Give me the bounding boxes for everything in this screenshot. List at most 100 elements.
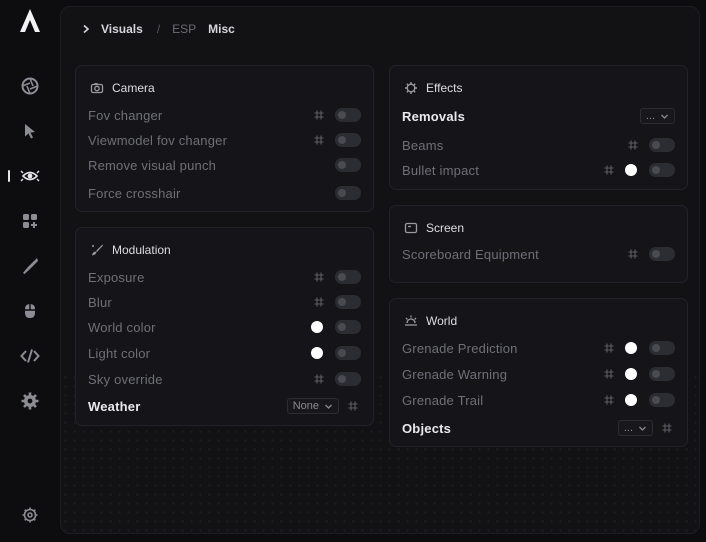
modulation-header: Modulation	[90, 242, 171, 258]
keybind-icon[interactable]	[603, 394, 615, 406]
viewmodel-fov-toggle[interactable]	[335, 133, 361, 147]
nav-code[interactable]	[0, 341, 60, 371]
force-crosshair-toggle[interactable]	[335, 186, 361, 200]
row-label: Removals	[402, 108, 466, 124]
row-label: Scoreboard Equipment	[402, 246, 539, 262]
cursor-icon	[25, 124, 35, 139]
weather-select[interactable]: None	[286, 398, 339, 414]
row-label: Light color	[88, 345, 151, 361]
row-fov-changer: Fov changer	[88, 105, 361, 125]
row-sky-override: Sky override	[88, 369, 361, 389]
removals-value: ...	[645, 110, 655, 122]
world-color-toggle[interactable]	[335, 320, 361, 334]
camera-title: Camera	[112, 81, 155, 95]
keybind-icon[interactable]	[313, 373, 325, 385]
nav-mouse[interactable]	[0, 296, 60, 326]
keybind-icon[interactable]	[627, 248, 639, 260]
eye-burst-icon	[20, 170, 40, 182]
breadcrumb: Visuals / ESP Misc	[81, 21, 235, 37]
grenade-prediction-toggle[interactable]	[649, 341, 675, 355]
row-label: Objects	[402, 420, 452, 436]
nav-config[interactable]	[0, 386, 60, 416]
keybind-icon[interactable]	[313, 296, 325, 308]
row-label: Blur	[88, 294, 112, 310]
row-beams: Beams	[402, 135, 675, 155]
keybind-icon[interactable]	[313, 271, 325, 283]
row-objects: Objects ...	[402, 418, 675, 438]
grenade-prediction-swatch[interactable]	[625, 342, 637, 354]
aperture-icon	[21, 77, 39, 95]
grenade-trail-swatch[interactable]	[625, 394, 637, 406]
nav-visuals[interactable]	[0, 161, 60, 191]
row-label: Fov changer	[88, 107, 163, 123]
row-exposure: Exposure	[88, 267, 361, 287]
row-grenade-prediction: Grenade Prediction	[402, 338, 675, 358]
row-label: Sky override	[88, 371, 163, 387]
row-label: Grenade Warning	[402, 366, 508, 382]
breadcrumb-visuals[interactable]: Visuals	[101, 22, 143, 36]
row-label: Bullet impact	[402, 162, 480, 178]
removals-select[interactable]: ...	[639, 108, 675, 124]
grenade-trail-toggle[interactable]	[649, 393, 675, 407]
exposure-toggle[interactable]	[335, 270, 361, 284]
chevron-down-icon	[639, 426, 646, 431]
row-light-color: Light color	[88, 343, 361, 363]
remove-visual-punch-toggle[interactable]	[335, 158, 361, 172]
grenade-warning-toggle[interactable]	[649, 367, 675, 381]
keybind-icon[interactable]	[603, 164, 615, 176]
nav-settings[interactable]	[0, 500, 60, 530]
objects-value: ...	[623, 422, 633, 434]
world-title: World	[426, 314, 458, 328]
logo-icon	[20, 9, 40, 32]
fov-changer-toggle[interactable]	[335, 108, 361, 122]
light-color-swatch[interactable]	[311, 347, 323, 359]
row-label: Remove visual punch	[88, 157, 217, 173]
bullet-impact-swatch[interactable]	[625, 164, 637, 176]
keybind-icon[interactable]	[313, 109, 325, 121]
chevron-right-icon[interactable]	[81, 24, 91, 34]
bullet-impact-toggle[interactable]	[649, 163, 675, 177]
row-label: Grenade Trail	[402, 392, 484, 408]
modulation-panel: Modulation Exposure Blur World color Lig…	[75, 227, 374, 426]
screen-icon	[404, 222, 418, 234]
nav-cursor[interactable]	[0, 116, 60, 146]
keybind-icon[interactable]	[627, 139, 639, 151]
nav-widgets[interactable]	[0, 206, 60, 236]
camera-panel: Camera Fov changer Viewmodel fov changer…	[75, 65, 374, 212]
keybind-icon[interactable]	[603, 368, 615, 380]
screen-title: Screen	[426, 221, 465, 235]
nav-aperture[interactable]	[0, 71, 60, 101]
breadcrumb-separator: /	[156, 22, 161, 36]
objects-select[interactable]: ...	[617, 420, 653, 436]
row-blur: Blur	[88, 292, 361, 312]
keybind-icon[interactable]	[347, 400, 359, 412]
row-label: World color	[88, 319, 156, 335]
nav-knife[interactable]	[0, 251, 60, 281]
keybind-icon[interactable]	[603, 342, 615, 354]
tab-esp[interactable]: ESP	[172, 22, 196, 36]
keybind-icon[interactable]	[661, 422, 673, 434]
row-viewmodel-fov: Viewmodel fov changer	[88, 130, 361, 150]
beams-toggle[interactable]	[649, 138, 675, 152]
row-label: Viewmodel fov changer	[88, 132, 228, 148]
modulation-title: Modulation	[112, 243, 171, 257]
tab-misc[interactable]: Misc	[208, 22, 235, 36]
blur-toggle[interactable]	[335, 295, 361, 309]
keybind-icon[interactable]	[313, 134, 325, 146]
light-color-toggle[interactable]	[335, 346, 361, 360]
row-weather: Weather None	[88, 396, 361, 416]
chevron-down-icon	[661, 114, 668, 119]
effects-panel: Effects Removals ... Beams Bullet impact	[389, 65, 688, 190]
settings-icon	[22, 507, 38, 523]
effects-header: Effects	[404, 80, 462, 96]
row-scoreboard-equipment: Scoreboard Equipment	[402, 244, 675, 264]
knife-icon	[23, 258, 38, 274]
world-color-swatch[interactable]	[311, 321, 323, 333]
weather-value: None	[292, 400, 319, 412]
scoreboard-equipment-toggle[interactable]	[649, 247, 675, 261]
sky-override-toggle[interactable]	[335, 372, 361, 386]
screen-header: Screen	[404, 220, 464, 236]
row-force-crosshair: Force crosshair	[88, 183, 361, 203]
effects-gear-icon	[405, 82, 417, 94]
grenade-warning-swatch[interactable]	[625, 368, 637, 380]
